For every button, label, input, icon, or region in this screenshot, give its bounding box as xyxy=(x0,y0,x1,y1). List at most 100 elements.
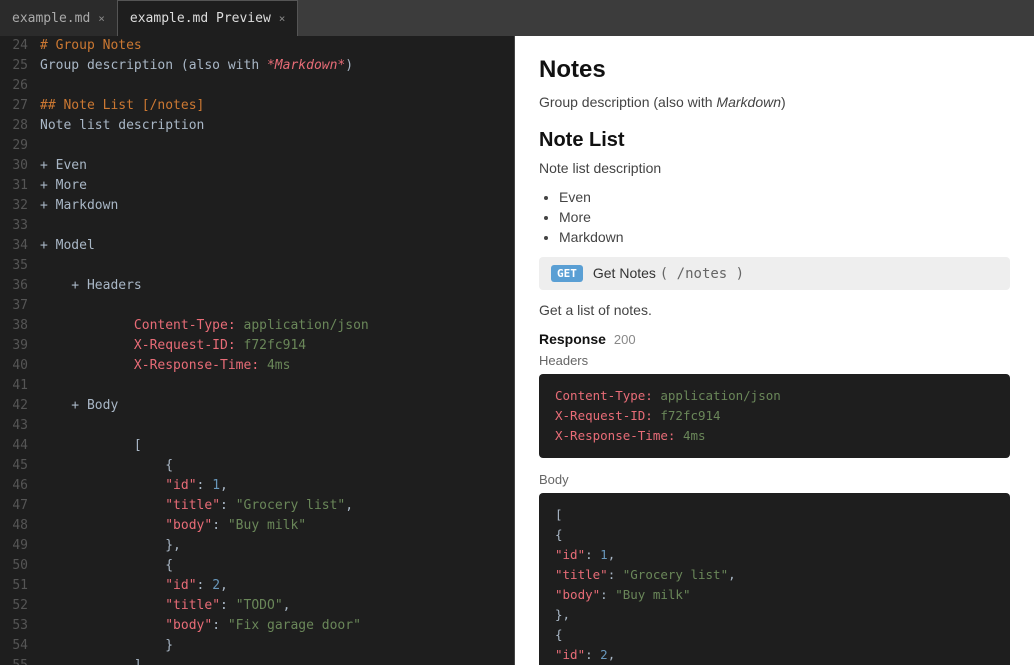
header-line-2: X-Request-ID: f72fc914 xyxy=(555,406,994,426)
line-number: 54 xyxy=(0,636,36,656)
line-content: + Model xyxy=(36,236,514,256)
editor-line: 42 + Body xyxy=(0,396,514,416)
preview-get-desc: Get a list of notes. xyxy=(539,300,1010,321)
line-number: 35 xyxy=(0,256,36,276)
get-bar: GET Get Notes ( /notes ) xyxy=(539,257,1010,290)
line-number: 33 xyxy=(0,216,36,236)
line-number: 32 xyxy=(0,196,36,216)
line-content: }, xyxy=(36,536,514,556)
group-desc-italic: Markdown xyxy=(716,94,781,110)
tab-bar: example.md × example.md Preview × xyxy=(0,0,1034,36)
line-number: 38 xyxy=(0,316,36,336)
editor-line: 28Note list description xyxy=(0,116,514,136)
line-content: Group description (also with *Markdown*) xyxy=(36,56,514,76)
body-line-2: { xyxy=(555,525,994,545)
editor-line: 34+ Model xyxy=(0,236,514,256)
line-number: 51 xyxy=(0,576,36,596)
line-number: 53 xyxy=(0,616,36,636)
editor-line: 52 "title": "TODO", xyxy=(0,596,514,616)
line-number: 55 xyxy=(0,656,36,665)
body-line-4: "title": "Grocery list", xyxy=(555,565,994,585)
line-content: + Headers xyxy=(36,276,514,296)
line-number: 25 xyxy=(0,56,36,76)
preview-list: Even More Markdown xyxy=(559,189,1010,245)
body-line-3: "id": 1, xyxy=(555,545,994,565)
line-number: 48 xyxy=(0,516,36,536)
line-number: 37 xyxy=(0,296,36,316)
editor-line: 27## Note List [/notes] xyxy=(0,96,514,116)
editor-pane[interactable]: 24# Group Notes25Group description (also… xyxy=(0,36,515,665)
editor-line: 39 X-Request-ID: f72fc914 xyxy=(0,336,514,356)
line-content xyxy=(36,256,514,276)
editor-line: 53 "body": "Fix garage door" xyxy=(0,616,514,636)
editor-line: 40 X-Response-Time: 4ms xyxy=(0,356,514,376)
line-content: X-Response-Time: 4ms xyxy=(36,356,514,376)
editor-line: 37 xyxy=(0,296,514,316)
line-number: 52 xyxy=(0,596,36,616)
line-content: Content-Type: application/json xyxy=(36,316,514,336)
line-number: 29 xyxy=(0,136,36,156)
response-label: Response xyxy=(539,331,606,347)
response-line: Response 200 xyxy=(539,331,1010,347)
tab-editor-close-icon[interactable]: × xyxy=(98,12,105,25)
line-content xyxy=(36,136,514,156)
line-number: 28 xyxy=(0,116,36,136)
editor-line: 25Group description (also with *Markdown… xyxy=(0,56,514,76)
main-content: 24# Group Notes25Group description (also… xyxy=(0,36,1034,665)
line-number: 36 xyxy=(0,276,36,296)
line-number: 39 xyxy=(0,336,36,356)
editor-line: 41 xyxy=(0,376,514,396)
line-content: "id": 2, xyxy=(36,576,514,596)
line-number: 41 xyxy=(0,376,36,396)
group-desc-suffix: ) xyxy=(781,94,786,110)
get-label-text: Get Notes xyxy=(593,265,656,281)
tab-preview-label: example.md Preview xyxy=(130,11,271,26)
editor-line: 35 xyxy=(0,256,514,276)
body-line-6: }, xyxy=(555,605,994,625)
header-line-3: X-Response-Time: 4ms xyxy=(555,426,994,446)
get-badge: GET xyxy=(551,265,583,282)
get-label: Get Notes ( /notes ) xyxy=(593,265,744,282)
tab-editor[interactable]: example.md × xyxy=(0,0,118,36)
line-number: 42 xyxy=(0,396,36,416)
editor-line: 45 { xyxy=(0,456,514,476)
line-content: + Body xyxy=(36,396,514,416)
get-path: ( /notes ) xyxy=(660,266,744,282)
preview-note-list-desc: Note list description xyxy=(539,158,1010,179)
list-item-markdown: Markdown xyxy=(559,229,1010,245)
editor-line: 48 "body": "Buy milk" xyxy=(0,516,514,536)
line-number: 34 xyxy=(0,236,36,256)
body-line-5: "body": "Buy milk" xyxy=(555,585,994,605)
line-number: 46 xyxy=(0,476,36,496)
preview-h1: Notes xyxy=(539,56,1010,84)
line-content xyxy=(36,376,514,396)
editor-line: 44 [ xyxy=(0,436,514,456)
line-content: # Group Notes xyxy=(36,36,514,56)
tab-preview-close-icon[interactable]: × xyxy=(279,12,286,25)
line-number: 40 xyxy=(0,356,36,376)
body-code-block: [ { "id": 1, "title": "Grocery list", "b… xyxy=(539,493,1010,665)
line-content: } xyxy=(36,636,514,656)
line-content: { xyxy=(36,456,514,476)
header-line-1: Content-Type: application/json xyxy=(555,386,994,406)
line-number: 30 xyxy=(0,156,36,176)
headers-label: Headers xyxy=(539,353,1010,368)
preview-h2-note-list: Note List xyxy=(539,129,1010,152)
preview-pane[interactable]: Notes Group description (also with Markd… xyxy=(515,36,1034,665)
body-line-8: "id": 2, xyxy=(555,645,994,665)
line-content: ] xyxy=(36,656,514,665)
tab-preview[interactable]: example.md Preview × xyxy=(118,0,299,36)
editor-line: 51 "id": 2, xyxy=(0,576,514,596)
editor-line: 26 xyxy=(0,76,514,96)
response-code: 200 xyxy=(614,332,636,347)
line-number: 45 xyxy=(0,456,36,476)
line-content: "title": "Grocery list", xyxy=(36,496,514,516)
editor-line: 29 xyxy=(0,136,514,156)
line-content: "title": "TODO", xyxy=(36,596,514,616)
editor-line: 30+ Even xyxy=(0,156,514,176)
editor-line: 24# Group Notes xyxy=(0,36,514,56)
group-desc-prefix: Group description (also with xyxy=(539,94,716,110)
body-line-1: [ xyxy=(555,505,994,525)
line-content: [ xyxy=(36,436,514,456)
line-content: X-Request-ID: f72fc914 xyxy=(36,336,514,356)
